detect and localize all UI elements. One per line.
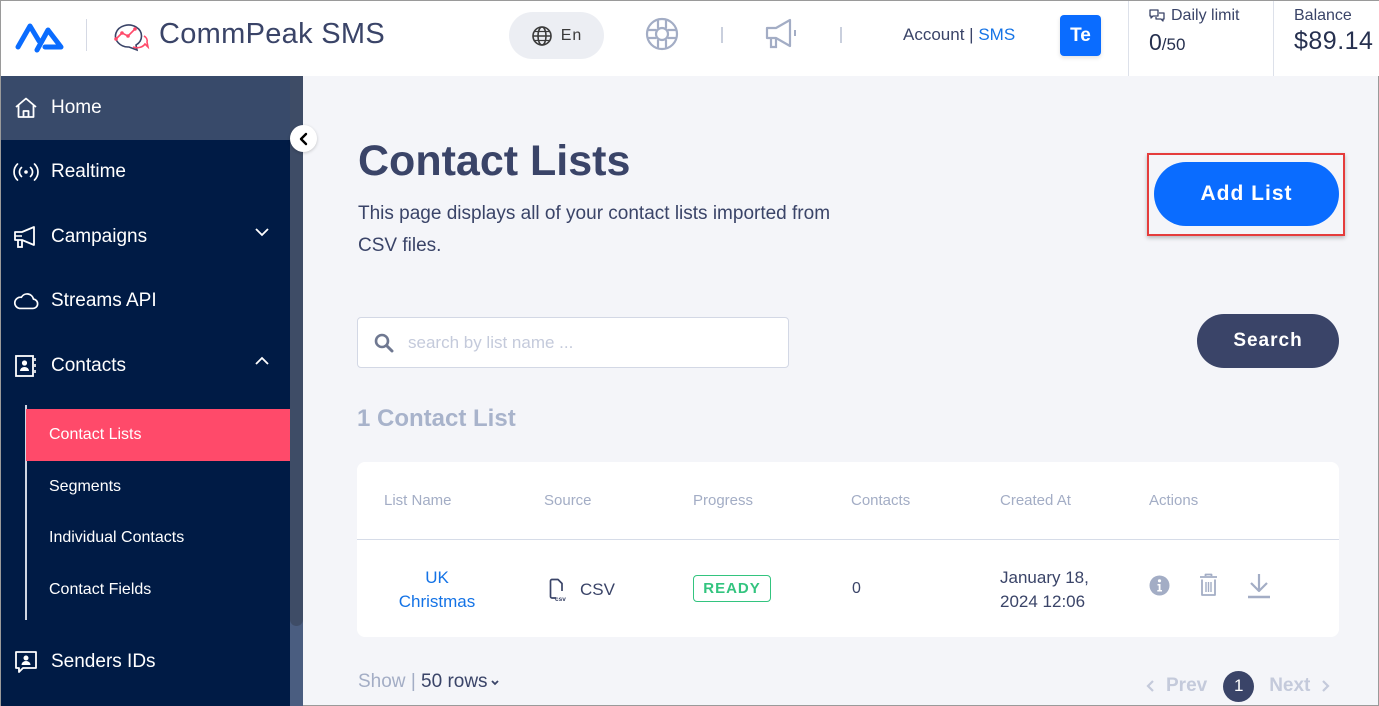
sidebar-subitem-individual-contacts[interactable]: Individual Contacts — [26, 512, 290, 564]
sidebar-item-label: Realtime — [51, 161, 126, 182]
chevron-down-icon — [255, 228, 269, 237]
sidebar-item-label: Home — [51, 97, 102, 118]
chevron-down-icon — [490, 680, 499, 686]
search-input[interactable] — [408, 332, 768, 353]
created-at-value: January 18, 2024 12:06 — [1000, 566, 1089, 614]
page-title: Contact Lists — [358, 137, 631, 185]
sidebar-item-realtime[interactable]: Realtime — [1, 140, 290, 204]
svg-text:csv: csv — [555, 596, 566, 602]
sidebar-subitem-contact-fields[interactable]: Contact Fields — [26, 564, 290, 616]
column-header-created-at[interactable]: Created At — [1000, 492, 1071, 509]
chevron-left-icon — [299, 132, 307, 145]
account-label: Account — [903, 25, 965, 44]
sidebar-item-home[interactable]: Home — [1, 76, 290, 140]
column-header-progress[interactable]: Progress — [693, 492, 753, 509]
sidebar-item-senders-ids[interactable]: Senders IDs — [1, 630, 290, 694]
info-icon[interactable] — [1149, 575, 1170, 596]
support-lifebuoy-icon[interactable] — [644, 16, 680, 52]
contact-list-count: 1 Contact List — [357, 405, 516, 432]
trash-icon[interactable] — [1199, 573, 1218, 597]
page-description: This page displays all of your contact l… — [358, 203, 831, 256]
chevron-up-icon — [255, 356, 269, 365]
pagination: Prev 1 Next — [1146, 669, 1330, 703]
balance-value: $89.14 — [1294, 27, 1374, 55]
sender-id-icon — [13, 650, 39, 674]
daily-limit-box: Daily limit 0/50 — [1128, 1, 1274, 76]
chevron-left-icon — [1146, 680, 1154, 692]
source-cell: csv CSV — [549, 578, 615, 602]
commpeak-logo-icon[interactable] — [15, 17, 65, 53]
cloud-icon — [13, 289, 39, 313]
brand-name: CommPeak SMS — [159, 18, 385, 50]
logo-divider — [86, 19, 87, 51]
search-icon — [374, 333, 394, 352]
show-label: Show — [358, 671, 406, 692]
collapse-sidebar-button[interactable] — [290, 125, 317, 152]
account-switch[interactable]: Account | SMS — [903, 25, 1015, 45]
sms-chat-chart-icon — [114, 24, 150, 52]
column-header-source[interactable]: Source — [544, 492, 592, 509]
created-at-time: 2024 12:06 — [1000, 592, 1086, 611]
header-separator — [721, 27, 723, 43]
chat-bubbles-icon — [1149, 9, 1165, 22]
column-header-actions: Actions — [1149, 492, 1199, 509]
source-value: CSV — [580, 580, 615, 599]
contact-lists-table: List Name Source Progress Contacts Creat… — [357, 462, 1339, 637]
contacts-count: 0 — [852, 580, 861, 597]
prev-label: Prev — [1166, 675, 1208, 696]
daily-limit-used: 0 — [1149, 29, 1162, 55]
created-at-date: January 18, — [1000, 568, 1089, 587]
search-button[interactable]: Search — [1197, 314, 1339, 368]
account-separator: | — [969, 25, 974, 44]
sidebar-item-label: Senders IDs — [51, 651, 156, 672]
top-header: CommPeak SMS En Account | SMS Te Daily l… — [1, 1, 1379, 76]
broadcast-icon — [13, 160, 39, 184]
column-header-contacts[interactable]: Contacts — [851, 492, 910, 509]
download-icon[interactable] — [1246, 572, 1272, 599]
show-separator: | — [410, 671, 416, 692]
megaphone-icon — [13, 225, 39, 249]
table-header-divider — [357, 539, 1339, 540]
user-avatar[interactable]: Te — [1060, 15, 1101, 56]
rows-per-page-select[interactable]: 50 rows — [421, 671, 500, 692]
rows-per-page-value: 50 rows — [421, 671, 488, 692]
globe-icon — [531, 25, 552, 46]
add-list-button[interactable]: Add List — [1154, 162, 1339, 226]
list-name-line: Christmas — [398, 592, 476, 611]
sidebar-item-label: Streams API — [51, 290, 157, 311]
sidebar-item-label: Contacts — [51, 355, 126, 376]
balance-box: Balance $89.14 — [1273, 1, 1379, 76]
next-label: Next — [1269, 675, 1311, 696]
home-icon — [13, 96, 39, 120]
daily-limit-total: /50 — [1161, 35, 1186, 54]
list-name-line: UK — [425, 568, 449, 587]
sidebar-subitem-segments[interactable]: Segments — [26, 461, 290, 513]
prev-page-button[interactable]: Prev — [1146, 675, 1207, 697]
daily-limit-label: Daily limit — [1171, 7, 1240, 24]
sidebar-item-campaigns[interactable]: Campaigns — [1, 205, 290, 269]
sidebar-scrollbar-thumb[interactable] — [290, 76, 303, 626]
next-page-button[interactable]: Next — [1269, 675, 1330, 697]
page-number-current[interactable]: 1 — [1223, 670, 1255, 702]
list-name-link[interactable]: UK Christmas — [383, 566, 491, 614]
sidebar-item-label: Campaigns — [51, 226, 148, 247]
rows-per-page-control: Show | 50 rows — [358, 671, 500, 693]
column-header-list-name[interactable]: List Name — [384, 492, 452, 509]
language-label: En — [560, 26, 583, 44]
balance-label: Balance — [1294, 7, 1352, 24]
announcements-megaphone-icon[interactable] — [764, 16, 800, 52]
csv-file-icon: csv — [549, 578, 566, 602]
sidebar-subitem-contact-lists[interactable]: Contact Lists — [26, 409, 290, 461]
sidebar-item-streams-api[interactable]: Streams API — [1, 269, 290, 333]
header-separator — [840, 27, 842, 43]
contacts-book-icon — [13, 354, 39, 378]
search-field[interactable] — [357, 317, 789, 368]
progress-status-badge: READY — [693, 575, 771, 602]
language-selector[interactable]: En — [509, 12, 604, 59]
sidebar-item-contacts[interactable]: Contacts — [1, 334, 290, 398]
chevron-right-icon — [1322, 680, 1330, 692]
account-product-link[interactable]: SMS — [978, 25, 1015, 44]
